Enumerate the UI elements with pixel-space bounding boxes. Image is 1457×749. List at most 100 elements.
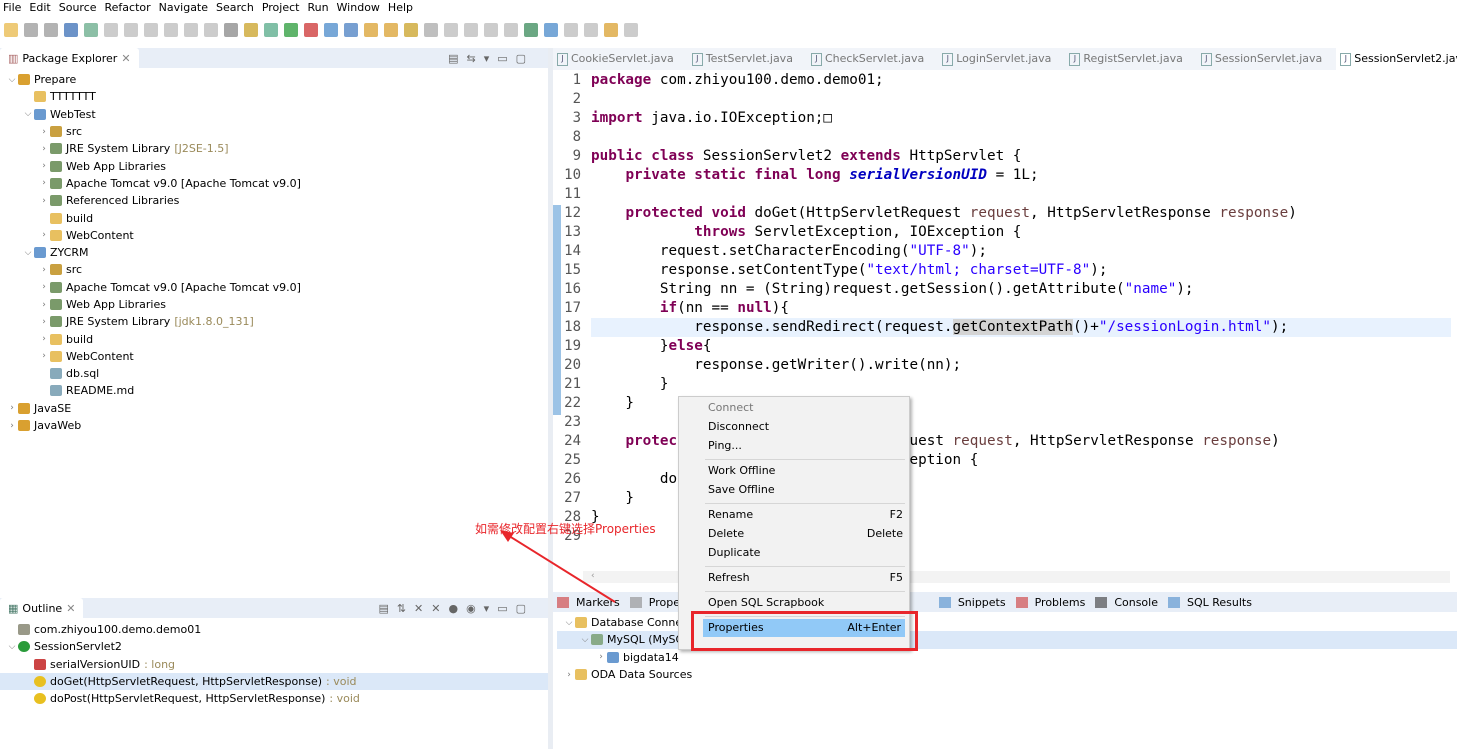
toolbar-button-icon[interactable] bbox=[64, 23, 78, 37]
toolbar-button-icon[interactable] bbox=[144, 23, 158, 37]
chevron-right-icon[interactable]: › bbox=[38, 317, 50, 327]
bottom-tab-console[interactable]: Console bbox=[1095, 596, 1158, 609]
chevron-down-icon[interactable]: ⌵ bbox=[22, 248, 34, 258]
chevron-down-icon[interactable]: ⌵ bbox=[22, 109, 34, 119]
toolbar-button-icon[interactable] bbox=[484, 23, 498, 37]
editor-tab[interactable]: LoginServlet.java bbox=[938, 48, 1065, 70]
toolbar-button-icon[interactable] bbox=[324, 23, 338, 37]
tree-item[interactable]: ⌵ Prepare bbox=[0, 71, 548, 88]
chevron-right-icon[interactable]: › bbox=[38, 178, 50, 188]
toolbar-button-icon[interactable] bbox=[364, 23, 378, 37]
view-toolbar-icons[interactable]: ▤⇆▾▭▢ bbox=[448, 52, 548, 65]
tree-item[interactable]: › Apache Tomcat v9.0 [Apache Tomcat v9.0] bbox=[0, 279, 548, 296]
menu-item-connect[interactable]: Connect bbox=[708, 399, 903, 417]
toolbar-button-icon[interactable] bbox=[424, 23, 438, 37]
tree-item[interactable]: › JRE System Library [J2SE-1.5] bbox=[0, 140, 548, 157]
bottom-tab-problems[interactable]: Problems bbox=[1015, 596, 1085, 609]
menu-item-rename[interactable]: Rename F2 bbox=[708, 506, 903, 524]
tree-item[interactable]: ⌵ SessionServlet2 bbox=[0, 638, 548, 655]
toolbar-button-icon[interactable] bbox=[404, 23, 418, 37]
toolbar-button-icon[interactable] bbox=[184, 23, 198, 37]
outline-tab[interactable]: ▦ Outline ✕ bbox=[0, 598, 84, 618]
menu-item-save-offline[interactable]: Save Offline bbox=[708, 481, 903, 499]
tree-item[interactable]: ⌵ WebTest bbox=[0, 106, 548, 123]
menu-item-refresh[interactable]: Refresh F5 bbox=[708, 569, 903, 587]
toolbar-button-icon[interactable] bbox=[84, 23, 98, 37]
toolbar-button-icon[interactable] bbox=[344, 23, 358, 37]
toolbar-button-icon[interactable] bbox=[264, 23, 278, 37]
bottom-tab-snippets[interactable]: Snippets bbox=[938, 596, 1006, 609]
tree-item[interactable]: build bbox=[0, 209, 548, 226]
toolbar-button-icon[interactable] bbox=[504, 23, 518, 37]
editor-tab[interactable]: SessionServlet.java bbox=[1197, 48, 1336, 70]
menu-file[interactable]: File bbox=[0, 0, 26, 16]
editor-tab[interactable]: CookieServlet.java bbox=[553, 48, 688, 70]
chevron-down-icon[interactable]: ⌵ bbox=[579, 635, 591, 645]
tree-item[interactable]: db.sql bbox=[0, 365, 548, 382]
menu-item-open-sql-scrapbook[interactable]: Open SQL Scrapbook bbox=[708, 594, 903, 612]
tree-item[interactable]: › bigdata14 bbox=[557, 649, 1457, 666]
toolbar-button-icon[interactable] bbox=[624, 23, 638, 37]
menu-help[interactable]: Help bbox=[385, 0, 418, 16]
tree-item[interactable]: › WebContent bbox=[0, 348, 548, 365]
menu-run[interactable]: Run bbox=[304, 0, 333, 16]
tree-item[interactable]: › Web App Libraries bbox=[0, 296, 548, 313]
package-explorer-tab[interactable]: ▥ Package Explorer ✕ bbox=[0, 48, 139, 68]
editor-tab[interactable]: RegistServlet.java bbox=[1065, 48, 1196, 70]
chevron-right-icon[interactable]: › bbox=[595, 652, 607, 662]
tree-item[interactable]: › Apache Tomcat v9.0 [Apache Tomcat v9.0] bbox=[0, 175, 548, 192]
tree-item[interactable]: TTTTTTT bbox=[0, 88, 548, 105]
toolbar-button-icon[interactable] bbox=[284, 23, 298, 37]
chevron-right-icon[interactable]: › bbox=[38, 282, 50, 292]
tree-item[interactable]: doGet(HttpServletRequest, HttpServletRes… bbox=[0, 672, 548, 691]
menu-item-duplicate[interactable]: Duplicate bbox=[708, 544, 903, 562]
menu-item-disconnect[interactable]: Disconnect bbox=[708, 418, 903, 436]
chevron-right-icon[interactable]: › bbox=[38, 351, 50, 361]
close-icon[interactable]: ✕ bbox=[121, 52, 130, 65]
tree-item[interactable]: › WebContent bbox=[0, 227, 548, 244]
chevron-right-icon[interactable]: › bbox=[38, 334, 50, 344]
chevron-right-icon[interactable]: › bbox=[38, 144, 50, 154]
toolbar-button-icon[interactable] bbox=[244, 23, 258, 37]
toolbar-button-icon[interactable] bbox=[604, 23, 618, 37]
tree-item[interactable]: › Web App Libraries bbox=[0, 157, 548, 174]
editor-tab[interactable]: SessionServlet2.java bbox=[1336, 48, 1457, 70]
menu-item-delete[interactable]: Delete Delete bbox=[708, 525, 903, 543]
tree-item[interactable]: README.md bbox=[0, 382, 548, 399]
toolbar-button-icon[interactable] bbox=[304, 23, 318, 37]
editor-tab[interactable]: CheckServlet.java bbox=[807, 48, 938, 70]
tree-item[interactable]: › Referenced Libraries bbox=[0, 192, 548, 209]
menu-project[interactable]: Project bbox=[259, 0, 305, 16]
toolbar-button-icon[interactable] bbox=[464, 23, 478, 37]
tree-item[interactable]: › JavaSE bbox=[0, 400, 548, 417]
toolbar-button-icon[interactable] bbox=[384, 23, 398, 37]
tree-item[interactable]: › build bbox=[0, 330, 548, 347]
toolbar-button-icon[interactable] bbox=[204, 23, 218, 37]
chevron-right-icon[interactable]: › bbox=[563, 670, 575, 680]
menu-navigate[interactable]: Navigate bbox=[156, 0, 213, 16]
toolbar-button-icon[interactable] bbox=[44, 23, 58, 37]
toolbar-button-icon[interactable] bbox=[524, 23, 538, 37]
tree-item[interactable]: com.zhiyou100.demo.demo01 bbox=[0, 621, 548, 638]
chevron-right-icon[interactable]: › bbox=[6, 403, 18, 413]
tree-item[interactable]: doPost(HttpServletRequest, HttpServletRe… bbox=[0, 690, 548, 707]
menu-search[interactable]: Search bbox=[213, 0, 259, 16]
toolbar-button-icon[interactable] bbox=[4, 23, 18, 37]
menu-item-work-offline[interactable]: Work Offline bbox=[708, 462, 903, 480]
toolbar-button-icon[interactable] bbox=[584, 23, 598, 37]
tree-item[interactable]: ⌵ ZYCRM bbox=[0, 244, 548, 261]
toolbar-button-icon[interactable] bbox=[224, 23, 238, 37]
toolbar-button-icon[interactable] bbox=[444, 23, 458, 37]
chevron-right-icon[interactable]: › bbox=[6, 421, 18, 431]
toolbar-button-icon[interactable] bbox=[124, 23, 138, 37]
menu-source[interactable]: Source bbox=[56, 0, 102, 16]
chevron-right-icon[interactable]: › bbox=[38, 127, 50, 137]
toolbar-button-icon[interactable] bbox=[544, 23, 558, 37]
bottom-tab-sql-results[interactable]: SQL Results bbox=[1167, 596, 1252, 609]
tree-item[interactable]: › src bbox=[0, 261, 548, 278]
chevron-right-icon[interactable]: › bbox=[38, 300, 50, 310]
menu-window[interactable]: Window bbox=[334, 0, 385, 16]
editor-tab[interactable]: TestServlet.java bbox=[688, 48, 807, 70]
toolbar-button-icon[interactable] bbox=[164, 23, 178, 37]
close-icon[interactable]: ✕ bbox=[66, 602, 75, 615]
